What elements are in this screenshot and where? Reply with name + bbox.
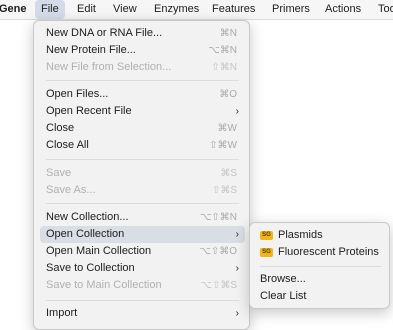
menu-enzymes[interactable]: Enzymes <box>148 0 205 19</box>
menu-item-label: Open Main Collection <box>46 245 152 257</box>
collection-icon: SG <box>260 231 273 240</box>
chevron-right-icon: › <box>235 263 239 274</box>
menu-separator <box>46 159 239 160</box>
menu-bar: Gene File Edit View Enzymes Features Pri… <box>0 0 393 20</box>
menu-item-close[interactable]: Close ⌘W <box>40 120 245 137</box>
submenu-item-label: Browse... <box>260 273 306 285</box>
shortcut-label: ⌥⇧⌘N <box>199 212 237 223</box>
menu-file[interactable]: File <box>35 0 65 19</box>
shortcut-label: ⇧⌘S <box>211 185 237 196</box>
menu-item-new-protein-file[interactable]: New Protein File... ⌥⌘N <box>40 42 245 59</box>
menu-item-new-file-from-selection: New File from Selection... ⇧⌘N <box>40 59 245 76</box>
menu-item-label: Open Recent File <box>46 105 132 117</box>
shortcut-label: ⇧⌘W <box>209 140 237 151</box>
menu-item-new-dna-file[interactable]: New DNA or RNA File... ⌘N <box>40 25 245 42</box>
file-menu-dropdown: New DNA or RNA File... ⌘N New Protein Fi… <box>33 20 250 330</box>
shortcut-label: ⇧⌘N <box>211 62 237 73</box>
shortcut-label: ⌥⌘N <box>208 45 237 56</box>
menu-app-name[interactable]: Gene <box>0 0 33 19</box>
menu-item-label: Import <box>46 307 78 319</box>
menu-edit[interactable]: Edit <box>71 0 102 19</box>
menu-separator <box>46 300 239 301</box>
menu-primers[interactable]: Primers <box>266 0 316 19</box>
menu-item-label: Close All <box>46 139 89 151</box>
menu-item-label: New DNA or RNA File... <box>46 27 163 39</box>
menu-item-label: Save to Collection <box>46 262 135 274</box>
menu-item-save-to-main-collection: Save to Main Collection ⌥⇧⌘S <box>40 277 245 294</box>
submenu-item-browse[interactable]: Browse... <box>256 271 387 288</box>
open-collection-submenu: SG Plasmids SG Fluorescent Proteins Brow… <box>249 222 390 309</box>
chevron-right-icon: › <box>235 229 239 240</box>
menu-item-label: Open Collection <box>46 228 125 240</box>
shortcut-label: ⌘N <box>219 28 237 39</box>
submenu-item-label: Plasmids <box>278 229 323 241</box>
submenu-item-plasmids[interactable]: SG Plasmids <box>256 227 387 244</box>
menu-tools[interactable]: Too <box>372 0 393 19</box>
menu-separator <box>260 266 381 267</box>
submenu-item-clear-list[interactable]: Clear List <box>256 288 387 305</box>
collection-icon: SG <box>260 248 273 257</box>
submenu-item-fluorescent-proteins[interactable]: SG Fluorescent Proteins <box>256 244 387 261</box>
shortcut-label: ⌥⇧⌘O <box>199 246 237 257</box>
menu-item-label: Close <box>46 122 75 134</box>
menu-features[interactable]: Features <box>206 0 261 19</box>
menu-item-label: Save As... <box>46 184 96 196</box>
menu-item-label: New File from Selection... <box>46 61 172 73</box>
chevron-right-icon: › <box>235 308 239 319</box>
menu-item-close-all[interactable]: Close All ⇧⌘W <box>40 137 245 154</box>
menu-item-label: Open Files... <box>46 88 109 100</box>
menu-item-open-main-collection[interactable]: Open Main Collection ⌥⇧⌘O <box>40 243 245 260</box>
menu-item-label: Save <box>46 167 72 179</box>
menu-actions[interactable]: Actions <box>319 0 367 19</box>
menu-item-new-collection[interactable]: New Collection... ⌥⇧⌘N <box>40 209 245 226</box>
menu-item-label: New Collection... <box>46 211 129 223</box>
chevron-right-icon: › <box>235 106 239 117</box>
menu-item-open-collection[interactable]: Open Collection › <box>40 226 245 243</box>
shortcut-label: ⌥⇧⌘S <box>200 280 237 291</box>
shortcut-label: ⌘O <box>219 89 237 100</box>
menu-separator <box>46 203 239 204</box>
menu-view[interactable]: View <box>107 0 143 19</box>
menu-item-import[interactable]: Import › <box>40 305 245 322</box>
menu-item-label: Save to Main Collection <box>46 279 162 291</box>
menu-item-save-to-collection[interactable]: Save to Collection › <box>40 260 245 277</box>
menu-item-open-files[interactable]: Open Files... ⌘O <box>40 86 245 103</box>
menu-item-save-as: Save As... ⇧⌘S <box>40 182 245 199</box>
menu-item-save: Save ⌘S <box>40 165 245 182</box>
menu-item-label: New Protein File... <box>46 44 136 56</box>
menu-item-open-recent-file[interactable]: Open Recent File › <box>40 103 245 120</box>
shortcut-label: ⌘S <box>220 168 237 179</box>
shortcut-label: ⌘W <box>217 123 237 134</box>
submenu-item-label: Clear List <box>260 290 307 302</box>
submenu-item-label: Fluorescent Proteins <box>278 246 379 258</box>
menu-separator <box>46 80 239 81</box>
